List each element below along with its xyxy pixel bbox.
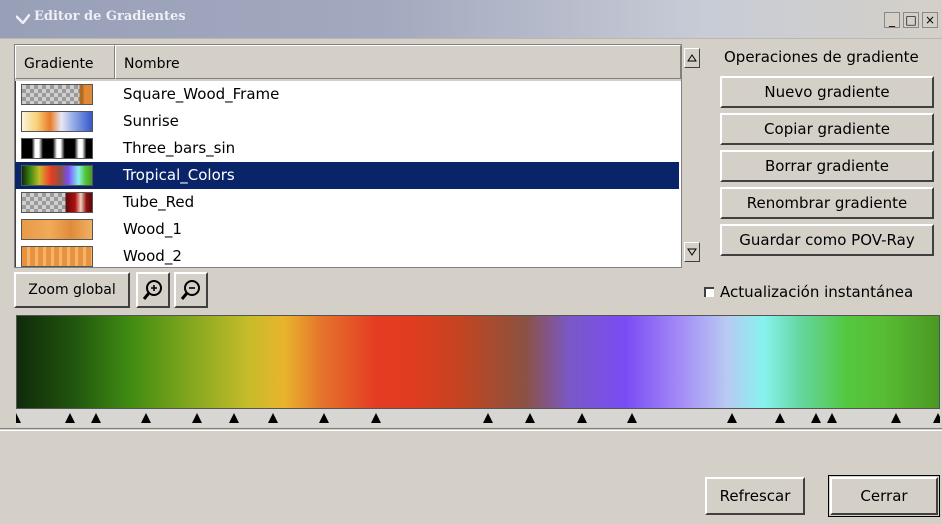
gradient-preview[interactable] (16, 315, 940, 409)
list-item-name: Tube_Red (123, 193, 195, 211)
gradient-thumbnail (21, 219, 93, 240)
scroll-down-button[interactable] (684, 242, 700, 262)
zoom-in-button[interactable] (136, 272, 170, 308)
gradient-thumbnail (21, 246, 93, 267)
list-item-name: Tropical_Colors (123, 166, 235, 184)
list-item-name: Three_bars_sin (123, 139, 236, 157)
save-pov-ray-button[interactable]: Guardar como POV-Ray (720, 224, 934, 256)
minimize-button[interactable]: _ (884, 12, 900, 28)
list-item[interactable]: Wood_2 (15, 243, 679, 267)
maximize-button[interactable]: □ (903, 12, 919, 28)
stop-marker (933, 413, 940, 423)
list-item[interactable]: Three_bars_sin (15, 135, 679, 162)
gradient-thumbnail (21, 84, 93, 105)
instant-update-label: Actualización instantánea (720, 283, 914, 301)
gradient-thumbnail (21, 111, 93, 132)
list-header: Gradiente Nombre (15, 45, 681, 81)
zoom-in-icon (142, 280, 162, 300)
stop-marker (268, 413, 278, 423)
stop-marker (16, 413, 21, 423)
stop-marker (811, 413, 821, 423)
stop-markers (16, 413, 940, 423)
stop-marker (727, 413, 737, 423)
gradient-thumbnail (21, 192, 93, 213)
arrow-up-icon (687, 54, 697, 62)
stop-marker (141, 413, 151, 423)
gradient-thumbnail (21, 165, 93, 186)
column-header-name[interactable]: Nombre (115, 45, 681, 79)
list-item[interactable]: Tube_Red (15, 189, 679, 216)
stop-marker (891, 413, 901, 423)
window-controls: _ □ × (884, 12, 938, 28)
stop-marker (827, 413, 837, 423)
column-header-gradient[interactable]: Gradiente (15, 45, 115, 79)
stop-marker (525, 413, 535, 423)
list-item-name: Wood_1 (123, 220, 182, 238)
stop-marker (192, 413, 202, 423)
list-item[interactable]: Sunrise (15, 108, 679, 135)
list-item-name: Sunrise (123, 112, 179, 130)
gradient-thumbnail (21, 138, 93, 159)
list-item[interactable]: Tropical_Colors (15, 162, 679, 189)
stop-marker (775, 413, 785, 423)
list-item[interactable]: Square_Wood_Frame (15, 81, 679, 108)
stop-marker (319, 413, 329, 423)
separator (0, 428, 942, 431)
list-item-name: Square_Wood_Frame (123, 85, 280, 103)
stop-marker (371, 413, 381, 423)
arrow-down-icon (687, 248, 697, 256)
scroll-up-button[interactable] (684, 48, 700, 68)
list-item-name: Wood_2 (123, 247, 182, 265)
copy-gradient-button[interactable]: Copiar gradiente (720, 113, 934, 145)
close-window-button[interactable]: × (922, 12, 938, 28)
zoom-out-button[interactable] (174, 272, 208, 308)
stop-marker (65, 413, 75, 423)
refresh-button[interactable]: Refrescar (705, 477, 805, 515)
stop-marker (577, 413, 587, 423)
window-title: Editor de Gradientes (34, 9, 186, 24)
stop-marker (91, 413, 101, 423)
gradient-list[interactable]: Gradiente Nombre Square_Wood_Frame Sunri… (14, 44, 682, 268)
delete-gradient-button[interactable]: Borrar gradiente (720, 150, 934, 182)
checkbox-box[interactable] (704, 287, 714, 297)
stop-marker (627, 413, 637, 423)
list-scrollbar[interactable] (682, 44, 704, 266)
zoom-all-button[interactable]: Zoom global (14, 272, 130, 308)
new-gradient-button[interactable]: Nuevo gradiente (720, 76, 934, 108)
gradient-operations-group: Operaciones de gradiente Nuevo gradiente… (710, 44, 938, 266)
stop-marker (229, 413, 239, 423)
stop-marker (483, 413, 493, 423)
zoom-out-icon (180, 280, 200, 300)
list-item[interactable]: Wood_1 (15, 216, 679, 243)
operations-group-title: Operaciones de gradiente (724, 48, 919, 66)
close-button[interactable]: Cerrar (828, 475, 940, 517)
title-bar[interactable]: Editor de Gradientes _ □ × (0, 0, 942, 39)
rename-gradient-button[interactable]: Renombrar gradiente (720, 187, 934, 219)
gradient-stops-bar[interactable] (16, 409, 940, 427)
instant-update-checkbox[interactable]: Actualización instantánea (704, 283, 913, 301)
app-icon (16, 14, 30, 24)
